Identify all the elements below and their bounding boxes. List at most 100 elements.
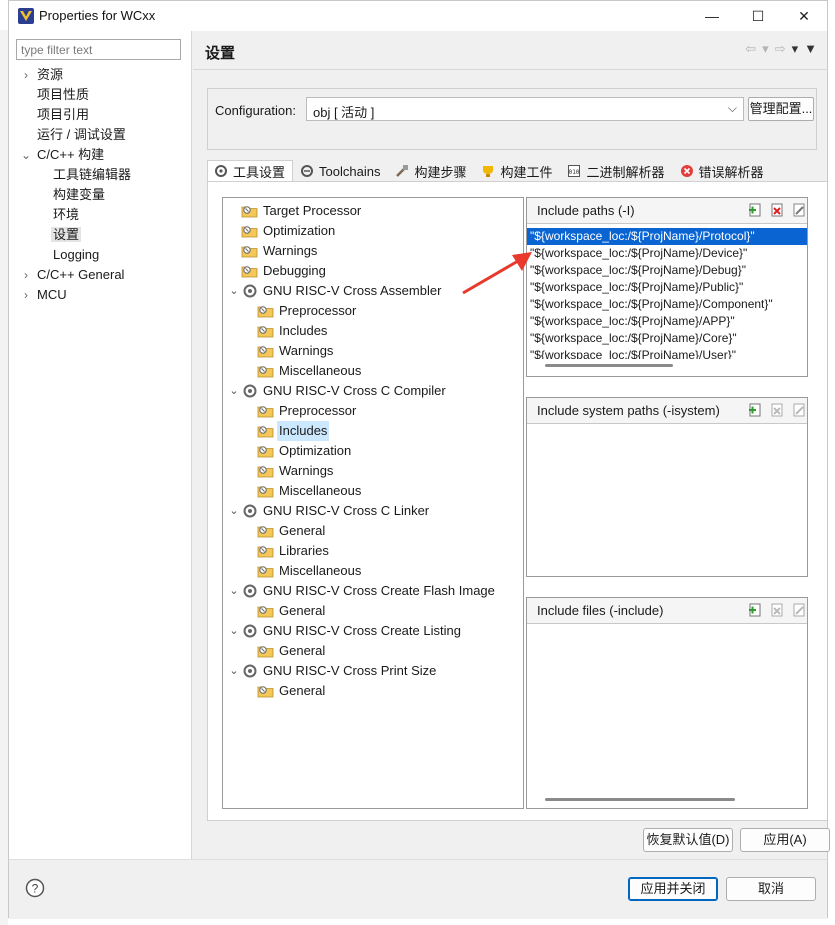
tool-tree-item[interactable]: Optimization	[227, 221, 337, 241]
tool-tree-node[interactable]: ⌄ GNU RISC-V Cross C Linker	[227, 501, 431, 521]
tool-tree-label: Target Processor	[263, 203, 362, 218]
nav-item[interactable]: ⌄ C/C++ 构建	[21, 145, 106, 165]
close-button[interactable]: ✕	[781, 1, 827, 31]
help-icon[interactable]: ?	[25, 878, 45, 898]
tab-error-parser[interactable]: 错误解析器	[673, 160, 772, 182]
chevron-right-icon[interactable]: ›	[21, 285, 31, 305]
chevron-down-icon[interactable]: ⌄	[227, 581, 241, 601]
tool-tree-node[interactable]: ⌄ GNU RISC-V Cross C Compiler	[227, 381, 448, 401]
title-bar: Properties for WCxx — ☐ ✕	[9, 1, 827, 31]
include-path-item[interactable]: "${workspace_loc:/${ProjName}/User}"	[527, 347, 807, 359]
tab-toolchains[interactable]: Toolchains	[293, 160, 388, 182]
tool-tree-node[interactable]: ⌄ GNU RISC-V Cross Create Flash Image	[227, 581, 497, 601]
tool-tree-item[interactable]: Warnings	[243, 341, 335, 361]
delete-path-icon[interactable]	[769, 402, 785, 418]
nav-item[interactable]: 运行 / 调试设置	[35, 125, 128, 145]
include-path-item[interactable]: "${workspace_loc:/${ProjName}/Protocol}"	[527, 228, 807, 245]
nav-item-label: C/C++ General	[37, 267, 125, 282]
include-path-item[interactable]: "${workspace_loc:/${ProjName}/Device}"	[527, 245, 807, 262]
maximize-button[interactable]: ☐	[735, 1, 781, 31]
nav-item[interactable]: 构建变量	[51, 185, 107, 205]
nav-item[interactable]: Logging	[51, 245, 101, 265]
tab-binary-parser[interactable]: 010 二进制解析器	[560, 160, 672, 182]
delete-path-icon[interactable]	[769, 602, 785, 618]
nav-item[interactable]: › C/C++ General	[24, 265, 126, 285]
nav-item[interactable]: 环境	[51, 205, 81, 225]
add-path-icon[interactable]	[747, 602, 763, 618]
tool-tree-item[interactable]: Includes	[243, 321, 329, 341]
tab-build-artifact[interactable]: 构建工件	[474, 160, 560, 182]
include-path-item[interactable]: "${workspace_loc:/${ProjName}/Component}…	[527, 296, 807, 313]
view-menu-icon[interactable]: ▼	[804, 41, 817, 57]
minimize-button[interactable]: —	[689, 1, 735, 31]
include-paths-scrollbar[interactable]	[545, 364, 673, 367]
tool-tree-item[interactable]: General	[243, 681, 327, 701]
chevron-down-icon[interactable]: ⌄	[227, 281, 241, 301]
nav-item-label: Logging	[53, 247, 100, 262]
cancel-button[interactable]: 取消	[726, 877, 816, 901]
include-path-item[interactable]: "${workspace_loc:/${ProjName}/Core}"	[527, 330, 807, 347]
nav-item[interactable]: 项目性质	[35, 85, 91, 105]
nav-item[interactable]: › MCU	[24, 285, 69, 305]
tab-label: 错误解析器	[698, 164, 764, 180]
tool-tree-label: Miscellaneous	[279, 363, 362, 378]
tool-tree-item[interactable]: Preprocessor	[243, 401, 358, 421]
tool-tree-node[interactable]: ⌄ GNU RISC-V Cross Assembler	[227, 281, 443, 301]
chevron-down-icon[interactable]: ⌄	[21, 145, 31, 165]
nav-item[interactable]: 项目引用	[35, 105, 91, 125]
edit-path-icon[interactable]	[791, 402, 807, 418]
chevron-right-icon[interactable]: ›	[21, 65, 31, 85]
nav-item[interactable]: › 资源	[24, 65, 65, 85]
edit-path-icon[interactable]	[791, 202, 807, 218]
delete-path-icon[interactable]	[769, 202, 785, 218]
tool-tree-item[interactable]: Warnings	[227, 241, 319, 261]
tool-tree-item[interactable]: Miscellaneous	[243, 561, 363, 581]
add-path-icon[interactable]	[747, 402, 763, 418]
configuration-select[interactable]: obj [ 活动 ] ⌵	[306, 97, 744, 121]
forward-arrow-icon[interactable]: ⇨	[775, 41, 786, 57]
apply-button[interactable]: 应用(A)	[740, 828, 830, 852]
tool-tree-label: General	[279, 603, 326, 618]
tool-tree-item[interactable]: Miscellaneous	[243, 481, 363, 501]
tool-tree-item[interactable]: Warnings	[243, 461, 335, 481]
back-arrow-icon[interactable]: ⇦	[745, 41, 756, 57]
add-path-icon[interactable]	[747, 202, 763, 218]
tool-tree-item[interactable]: Target Processor	[227, 201, 363, 221]
settings-folder-icon	[257, 403, 277, 419]
nav-item[interactable]: 工具链编辑器	[51, 165, 133, 185]
include-path-item[interactable]: "${workspace_loc:/${ProjName}/Debug}"	[527, 262, 807, 279]
chevron-down-icon[interactable]: ⌄	[227, 661, 241, 681]
tab-tool-settings[interactable]: 工具设置	[207, 160, 294, 182]
tool-tree-item[interactable]: Debugging	[227, 261, 328, 281]
chevron-down-icon[interactable]: ⌄	[227, 621, 241, 641]
tool-tree-item[interactable]: Optimization	[243, 441, 353, 461]
settings-folder-icon	[257, 463, 277, 479]
tool-tree-item[interactable]: Includes	[243, 421, 330, 441]
back-dropdown-icon[interactable]: ▾	[762, 41, 769, 57]
restore-defaults-button[interactable]: 恢复默认值(D)	[643, 828, 733, 852]
tab-build-steps[interactable]: 构建步骤	[388, 160, 474, 182]
include-path-item[interactable]: "${workspace_loc:/${ProjName}/APP}"	[527, 313, 807, 330]
tool-tree-label: Preprocessor	[279, 403, 357, 418]
include-files-scrollbar[interactable]	[545, 798, 735, 801]
tool-tree-node[interactable]: ⌄ GNU RISC-V Cross Print Size	[227, 661, 438, 681]
chevron-down-icon[interactable]: ⌄	[227, 501, 241, 521]
include-path-item[interactable]: "${workspace_loc:/${ProjName}/Public}"	[527, 279, 807, 296]
manage-configurations-button[interactable]: 管理配置...	[748, 97, 814, 121]
edit-path-icon[interactable]	[791, 602, 807, 618]
forward-dropdown-icon[interactable]: ▾	[792, 41, 799, 57]
settings-folder-icon	[241, 243, 261, 259]
chevron-right-icon[interactable]: ›	[21, 265, 31, 285]
chevron-down-icon[interactable]: ⌄	[227, 381, 241, 401]
tool-tree-item[interactable]: General	[243, 641, 327, 661]
tool-tree-item[interactable]: General	[243, 601, 327, 621]
tool-tree-item[interactable]: Preprocessor	[243, 301, 358, 321]
tool-tree-item[interactable]: General	[243, 521, 327, 541]
filter-input[interactable]	[16, 39, 181, 60]
nav-item[interactable]: 设置	[51, 225, 82, 245]
tool-tree-item[interactable]: Miscellaneous	[243, 361, 363, 381]
tool-tree-node[interactable]: ⌄ GNU RISC-V Cross Create Listing	[227, 621, 463, 641]
apply-and-close-button[interactable]: 应用并关闭	[628, 877, 718, 901]
tool-tree-item[interactable]: Libraries	[243, 541, 331, 561]
tool-tree-label: Optimization	[279, 443, 352, 458]
